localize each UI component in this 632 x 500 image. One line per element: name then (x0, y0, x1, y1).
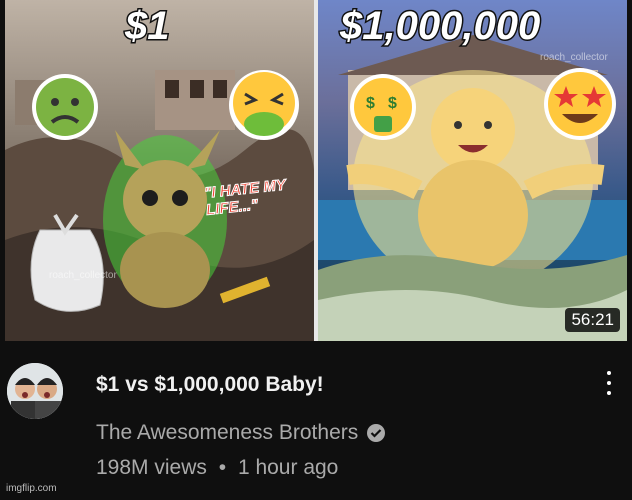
nauseated-emoji-icon (32, 74, 98, 140)
thumbnail-right-title: $1,000,000 (338, 3, 541, 50)
imgflip-watermark: imgflip.com (6, 483, 57, 494)
channel-name-row[interactable]: The Awesomeness Brothers (96, 421, 386, 445)
video-thumbnail[interactable]: $1 "I HATE MY LIFE..." roach_collector $… (5, 0, 627, 341)
meta-separator: • (218, 456, 227, 479)
video-metadata: 198M views • 1 hour ago (96, 456, 338, 480)
watermark-right: roach_collector (540, 52, 608, 63)
view-count: 198M views (96, 456, 207, 479)
svg-text:$: $ (388, 95, 397, 112)
avatar-image (7, 363, 63, 419)
watermark-left: roach_collector (49, 270, 117, 281)
thumbnail-left-panel: $1 "I HATE MY LIFE..." roach_collector (5, 0, 314, 341)
money-mouth-emoji-icon: $ $ (350, 74, 416, 140)
verified-check-icon (367, 424, 386, 442)
upload-age: 1 hour ago (237, 456, 339, 479)
video-title[interactable]: $1 vs $1,000,000 Baby! (96, 373, 324, 397)
vomiting-emoji-icon (229, 70, 299, 140)
video-info: $1 vs $1,000,000 Baby! The Awesomeness B… (0, 341, 632, 500)
thumbnail-right-panel: $ $ $1,000,000 roach_collector (318, 0, 627, 341)
star-struck-emoji-icon (544, 68, 616, 140)
rubble-background (5, 70, 314, 341)
duration-badge: 56:21 (565, 308, 620, 332)
channel-avatar[interactable] (7, 363, 63, 419)
svg-text:$: $ (366, 95, 375, 112)
thumbnail-left-title: $1 (124, 3, 171, 50)
channel-name[interactable]: The Awesomeness Brothers (96, 421, 358, 445)
more-options-icon[interactable] (605, 371, 613, 401)
